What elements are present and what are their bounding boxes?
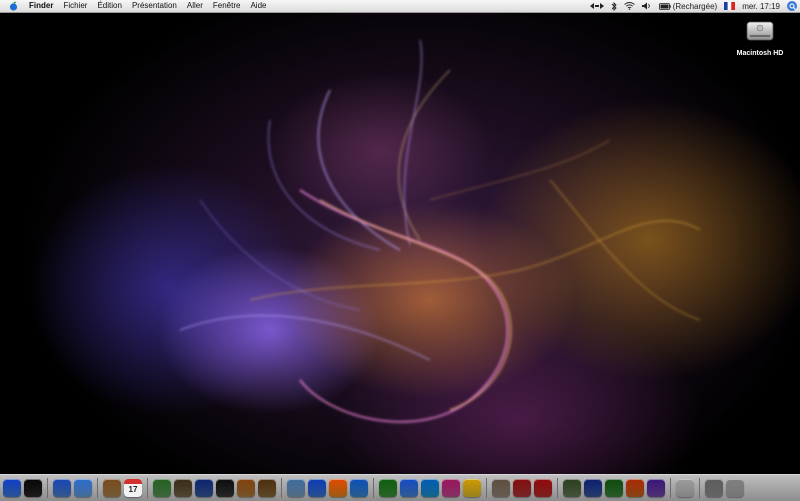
spotlight-icon[interactable] [787, 1, 797, 11]
internet-explorer-icon[interactable] [308, 479, 326, 497]
battery-icon [658, 2, 671, 10]
mail-icon[interactable] [53, 479, 71, 497]
dock-separator [373, 478, 374, 498]
hard-drive-icon [746, 21, 774, 41]
utility-app-icon[interactable] [492, 479, 510, 497]
adium-icon[interactable] [442, 479, 460, 497]
dock-separator [699, 478, 700, 498]
input-menu-flag-icon[interactable] [724, 2, 736, 10]
excel-icon[interactable] [605, 479, 623, 497]
desktop[interactable] [0, 0, 800, 500]
display-mirroring-icon[interactable] [589, 2, 604, 10]
imovie-icon[interactable] [195, 479, 213, 497]
ichat-icon[interactable] [400, 479, 418, 497]
menu-edition[interactable]: Édition [97, 0, 121, 12]
macintosh-hd[interactable]: Macintosh HD [732, 18, 788, 57]
flashcard-app-icon[interactable] [534, 479, 552, 497]
menu-aide[interactable]: Aide [250, 0, 266, 12]
skype-icon[interactable] [421, 479, 439, 497]
system-prefs-icon[interactable] [705, 479, 723, 497]
safari-icon[interactable] [74, 479, 92, 497]
dock-separator [97, 478, 98, 498]
wifi-icon[interactable] [623, 2, 635, 10]
status-area: (Rechargée) mer. 17:19 [589, 0, 800, 12]
bluetooth-icon[interactable] [611, 1, 617, 11]
dock-separator [557, 478, 558, 498]
iweb-icon[interactable] [258, 479, 276, 497]
menu-presentation[interactable]: Présentation [132, 0, 177, 12]
cyberduck-icon[interactable] [463, 479, 481, 497]
itunes-icon[interactable] [153, 479, 171, 497]
dashboard-icon[interactable] [24, 479, 42, 497]
messenger-icon[interactable] [379, 479, 397, 497]
menu-fenetre[interactable]: Fenêtre [213, 0, 241, 12]
quicktime-icon[interactable] [350, 479, 368, 497]
ical-day: 17 [128, 485, 138, 494]
dock: 17 [0, 474, 800, 501]
menu-finder[interactable]: Finder [29, 0, 53, 12]
ical-icon[interactable]: 17 [124, 479, 142, 497]
apple-menu-icon[interactable] [9, 1, 19, 11]
preview-icon[interactable] [287, 479, 305, 497]
menu-aller[interactable]: Aller [187, 0, 203, 12]
dock-separator [670, 478, 671, 498]
menu-clock[interactable]: mer. 17:19 [742, 2, 780, 11]
dock-separator [147, 478, 148, 498]
battery-status[interactable]: (Rechargée) [658, 1, 718, 11]
photo-app-icon[interactable] [513, 479, 531, 497]
volume-icon[interactable] [641, 2, 652, 10]
word-icon[interactable] [584, 479, 602, 497]
address-book-icon[interactable] [103, 479, 121, 497]
finder-icon[interactable] [3, 479, 21, 497]
truck-app-icon[interactable] [563, 479, 581, 497]
dock-separator [281, 478, 282, 498]
dock-separator [486, 478, 487, 498]
drive-label: Macintosh HD [736, 50, 784, 57]
menu-fichier[interactable]: Fichier [63, 0, 87, 12]
menu-bar: Finder Fichier Édition Présentation Alle… [0, 0, 800, 13]
powerpoint-icon[interactable] [626, 479, 644, 497]
garageband-icon[interactable] [237, 479, 255, 497]
battery-label: (Rechargée) [672, 1, 718, 11]
trash-icon[interactable] [726, 479, 744, 497]
downloads-stack-icon[interactable] [676, 479, 694, 497]
idvd-icon[interactable] [216, 479, 234, 497]
dock-separator [47, 478, 48, 498]
wallpaper-art [179, 39, 701, 423]
iphoto-icon[interactable] [174, 479, 192, 497]
vlc-icon[interactable] [329, 479, 347, 497]
entourage-icon[interactable] [647, 479, 665, 497]
